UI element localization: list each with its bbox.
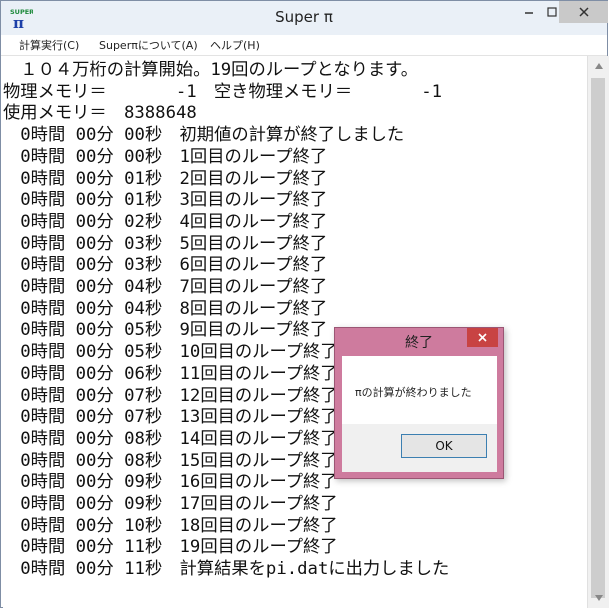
close-icon <box>578 7 589 17</box>
dialog-close-button[interactable] <box>467 328 498 347</box>
close-button[interactable] <box>559 1 608 23</box>
console-output: １０４万桁の計算開始。19回のループとなります。 物理メモリ＝ -1 空き物理メモ… <box>3 60 449 581</box>
menu-about[interactable]: Superπについて(A) <box>99 37 198 53</box>
maximize-icon <box>547 7 557 17</box>
console-line: 0時間 00分 03秒 5回目のループ終了 <box>3 233 328 254</box>
dialog-message: πの計算が終わりました <box>355 386 472 399</box>
console-line: １０４万桁の計算開始。19回のループとなります。 <box>3 60 418 80</box>
console-line: 0時間 00分 04秒 8回目のループ終了 <box>3 298 328 319</box>
console-line: 0時間 00分 09秒 17回目のループ終了 <box>3 494 338 515</box>
ok-button[interactable]: OK <box>401 434 487 458</box>
title-bar[interactable]: SUPER π Super π <box>1 1 608 36</box>
maximize-button[interactable] <box>545 1 559 23</box>
console-line: 0時間 00分 00秒 1回目のループ終了 <box>3 146 328 167</box>
minimize-button[interactable] <box>513 1 545 23</box>
dialog-body: πの計算が終わりました <box>342 356 497 424</box>
scroll-down-icon[interactable] <box>588 588 609 608</box>
console-line: 0時間 00分 10秒 18回目のループ終了 <box>3 515 338 536</box>
console-line: 物理メモリ＝ -1 空き物理メモリ＝ -1 <box>3 81 443 102</box>
dialog-footer: OK <box>342 424 497 472</box>
console-line: 0時間 00分 11秒 19回目のループ終了 <box>3 537 338 558</box>
console-line: 0時間 00分 02秒 4回目のループ終了 <box>3 211 328 232</box>
console-line: 使用メモリ＝ 8388648 <box>3 103 197 124</box>
menu-calculate[interactable]: 計算実行(C) <box>19 37 79 53</box>
scroll-up-icon[interactable] <box>588 56 609 76</box>
close-icon <box>478 333 487 342</box>
menu-help[interactable]: ヘルプ(H) <box>210 37 260 53</box>
scrollbar-thumb[interactable] <box>591 78 605 598</box>
completion-dialog: 終了 πの計算が終わりました OK <box>334 327 504 479</box>
vertical-scrollbar[interactable] <box>587 56 609 608</box>
console-line: 0時間 00分 04秒 7回目のループ終了 <box>3 277 328 298</box>
console-line: 0時間 00分 03秒 6回目のループ終了 <box>3 255 328 276</box>
console-line: 0時間 00分 01秒 3回目のループ終了 <box>3 190 328 211</box>
console-line: 0時間 00分 01秒 2回目のループ終了 <box>3 168 328 189</box>
console-line: 0時間 00分 00秒 初期値の計算が終了しました <box>3 125 405 146</box>
menu-bar: 計算実行(C) Superπについて(A) ヘルプ(H) <box>1 35 607 56</box>
minimize-icon <box>525 12 533 14</box>
console-line: 0時間 00分 11秒 計算結果をpi.datに出力しました <box>3 559 450 580</box>
main-window: SUPER π Super π 計算実行(C) Superπについて(A) ヘル… <box>0 0 609 608</box>
